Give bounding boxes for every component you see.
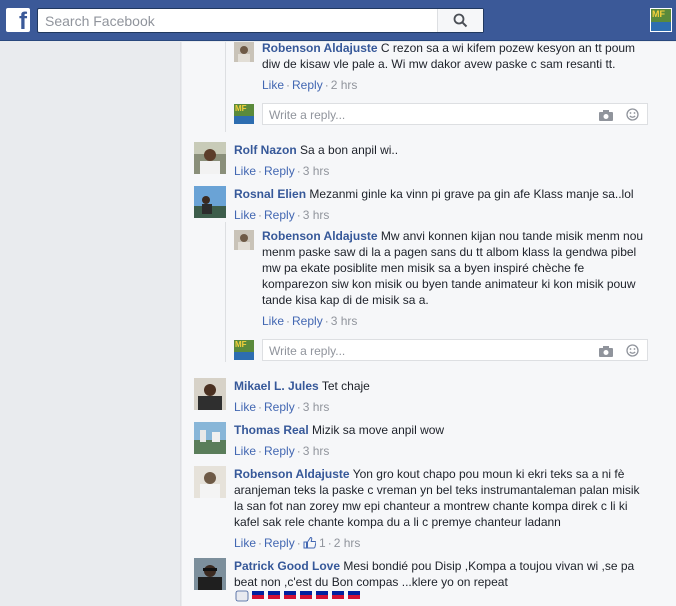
commenter-name[interactable]: Rosnal Elien <box>234 187 306 201</box>
reply-link[interactable]: Reply <box>292 78 323 92</box>
emoji-icon[interactable] <box>626 344 639 360</box>
emoji-icon[interactable] <box>626 108 639 124</box>
top-navigation-bar: f MF <box>0 0 676 41</box>
like-link[interactable]: Like <box>234 536 256 550</box>
camera-icon[interactable] <box>598 346 613 360</box>
comment: Robenson Aldajuste Yon gro kout chapo po… <box>194 466 654 556</box>
comment-text: Mizik sa move anpil wow <box>312 423 445 437</box>
comment: Rosnal Elien Mezanmi ginle ka vinn pi gr… <box>194 186 654 226</box>
reply-box-row: MF <box>234 103 648 125</box>
commenter-name[interactable]: Robenson Aldajuste <box>234 467 350 481</box>
reply-box-row: MF <box>234 339 648 361</box>
reply-box <box>262 339 648 361</box>
commenter-name[interactable]: Mikael L. Jules <box>234 379 319 393</box>
timestamp[interactable]: 3 hrs <box>303 444 330 458</box>
avatar[interactable] <box>234 42 254 62</box>
reply-comment: Robenson Aldajuste Mw anvi konnen kijan … <box>234 229 654 330</box>
profile-avatar[interactable]: MF <box>650 8 672 32</box>
comment-text: Tet chaje <box>321 379 370 393</box>
avatar[interactable] <box>194 378 226 410</box>
like-link[interactable]: Like <box>262 314 284 328</box>
commenter-name[interactable]: Thomas Real <box>234 423 309 437</box>
comment: Rolf Nazon Sa a bon anpil wi.. Like · Repl… <box>194 142 654 182</box>
timestamp[interactable]: 3 hrs <box>303 208 330 222</box>
commenter-name[interactable]: Patrick Good Love <box>234 559 340 573</box>
comment: Thomas Real Mizik sa move anpil wow Like… <box>194 422 654 462</box>
timestamp[interactable]: 3 hrs <box>303 400 330 414</box>
like-link[interactable]: Like <box>234 400 256 414</box>
reply-input[interactable] <box>269 107 569 123</box>
commenter-name[interactable]: Robenson Aldajuste <box>262 41 378 55</box>
comment: Mikael L. Jules Tet chaje Like · Reply · 3 h… <box>194 378 654 418</box>
search-button[interactable] <box>437 9 483 32</box>
reply-input[interactable] <box>269 343 569 359</box>
like-link[interactable]: Like <box>234 208 256 222</box>
like-link[interactable]: Like <box>234 164 256 178</box>
comments-panel: Robenson Aldajuste C rezon sa a wi kifem… <box>182 41 676 606</box>
avatar[interactable] <box>194 422 226 454</box>
reply-link[interactable]: Reply <box>264 536 295 550</box>
avatar[interactable] <box>234 230 254 250</box>
reply-link[interactable]: Reply <box>264 164 295 178</box>
reply-link[interactable]: Reply <box>264 208 295 222</box>
like-link[interactable]: Like <box>262 78 284 92</box>
like-link[interactable]: Like <box>234 444 256 458</box>
commenter-name[interactable]: Rolf Nazon <box>234 143 297 157</box>
facebook-logo-icon[interactable]: f <box>6 8 30 34</box>
reply-comment: Robenson Aldajuste C rezon sa a wi kifem… <box>234 41 654 92</box>
comment-text: Sa a bon anpil wi.. <box>300 143 399 157</box>
timestamp[interactable]: 2 hrs <box>331 78 358 92</box>
my-avatar: MF <box>234 104 254 124</box>
avatar[interactable] <box>194 186 226 218</box>
timestamp[interactable]: 3 hrs <box>303 164 330 178</box>
left-column <box>0 42 181 606</box>
search-box <box>37 8 484 33</box>
search-icon <box>453 13 468 28</box>
reply-box <box>262 103 648 125</box>
avatar[interactable] <box>194 466 226 498</box>
my-avatar: MF <box>234 340 254 360</box>
reply-link[interactable]: Reply <box>264 400 295 414</box>
timestamp[interactable]: 2 hrs <box>334 536 361 550</box>
camera-icon[interactable] <box>598 110 613 124</box>
comment: Patrick Good Love Mesi bondié pou Disip … <box>194 558 654 606</box>
like-count[interactable]: 1 <box>303 536 326 550</box>
commenter-name[interactable]: Robenson Aldajuste <box>262 229 378 243</box>
emoji-row <box>234 590 648 604</box>
timestamp[interactable]: 3 hrs <box>331 314 358 328</box>
reply-link[interactable]: Reply <box>292 314 323 328</box>
search-input[interactable] <box>38 9 438 32</box>
reply-link[interactable]: Reply <box>264 444 295 458</box>
avatar[interactable] <box>194 558 226 590</box>
comment-text: Mezanmi ginle ka vinn pi grave pa gin af… <box>309 187 634 201</box>
avatar[interactable] <box>194 142 226 174</box>
thumbs-up-icon <box>303 536 317 549</box>
